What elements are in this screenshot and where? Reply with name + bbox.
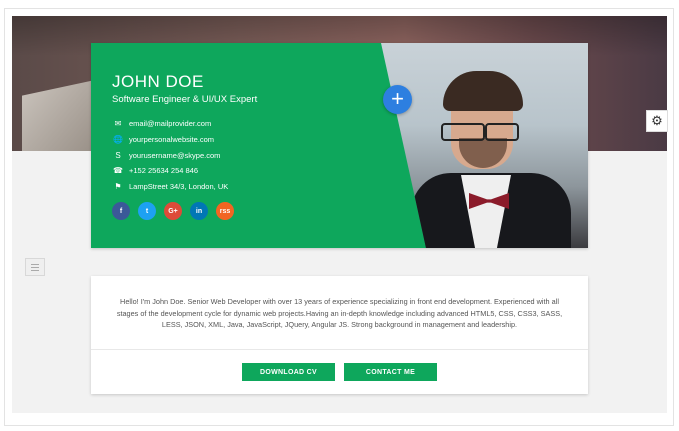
globe-icon: 🌐: [113, 134, 123, 144]
menu-icon: [31, 263, 39, 265]
contact-skype[interactable]: S yourusername@skype.com: [112, 150, 220, 160]
download-cv-button[interactable]: DOWNLOAD CV: [242, 363, 335, 381]
settings-gear-button[interactable]: ⚙: [646, 110, 668, 132]
about-text: Hello! I'm John Doe. Senior Web Develope…: [116, 297, 563, 329]
gear-icon: ⚙: [651, 113, 663, 128]
contact-website[interactable]: 🌐 yourpersonalwebsite.com: [112, 134, 214, 144]
profile-role: Software Engineer & UI/UX Expert: [112, 94, 258, 105]
divider: [91, 349, 588, 350]
contact-me-button[interactable]: CONTACT ME: [344, 363, 437, 381]
add-button[interactable]: +: [383, 85, 412, 114]
about-card: Hello! I'm John Doe. Senior Web Develope…: [91, 276, 588, 394]
profile-name: JOHN DOE: [112, 72, 204, 91]
twitter-icon[interactable]: t: [138, 202, 156, 220]
contact-address: ⚑ LampStreet 34/3, London, UK: [112, 181, 228, 191]
profile-photo: [381, 43, 588, 248]
envelope-icon: ✉: [114, 118, 122, 128]
linkedin-icon[interactable]: in: [190, 202, 208, 220]
menu-toggle-button[interactable]: [25, 258, 45, 276]
map-marker-icon: ⚑: [114, 181, 122, 191]
rss-icon[interactable]: rss: [216, 202, 234, 220]
contact-phone[interactable]: ☎ +152 25634 254 846: [112, 165, 198, 175]
skype-icon: S: [115, 150, 121, 160]
contact-email[interactable]: ✉ email@mailprovider.com: [112, 118, 212, 128]
social-links: f t G+ in rss: [112, 202, 234, 220]
phone-icon: ☎: [113, 165, 123, 175]
google-plus-icon[interactable]: G+: [164, 202, 182, 220]
facebook-icon[interactable]: f: [112, 202, 130, 220]
